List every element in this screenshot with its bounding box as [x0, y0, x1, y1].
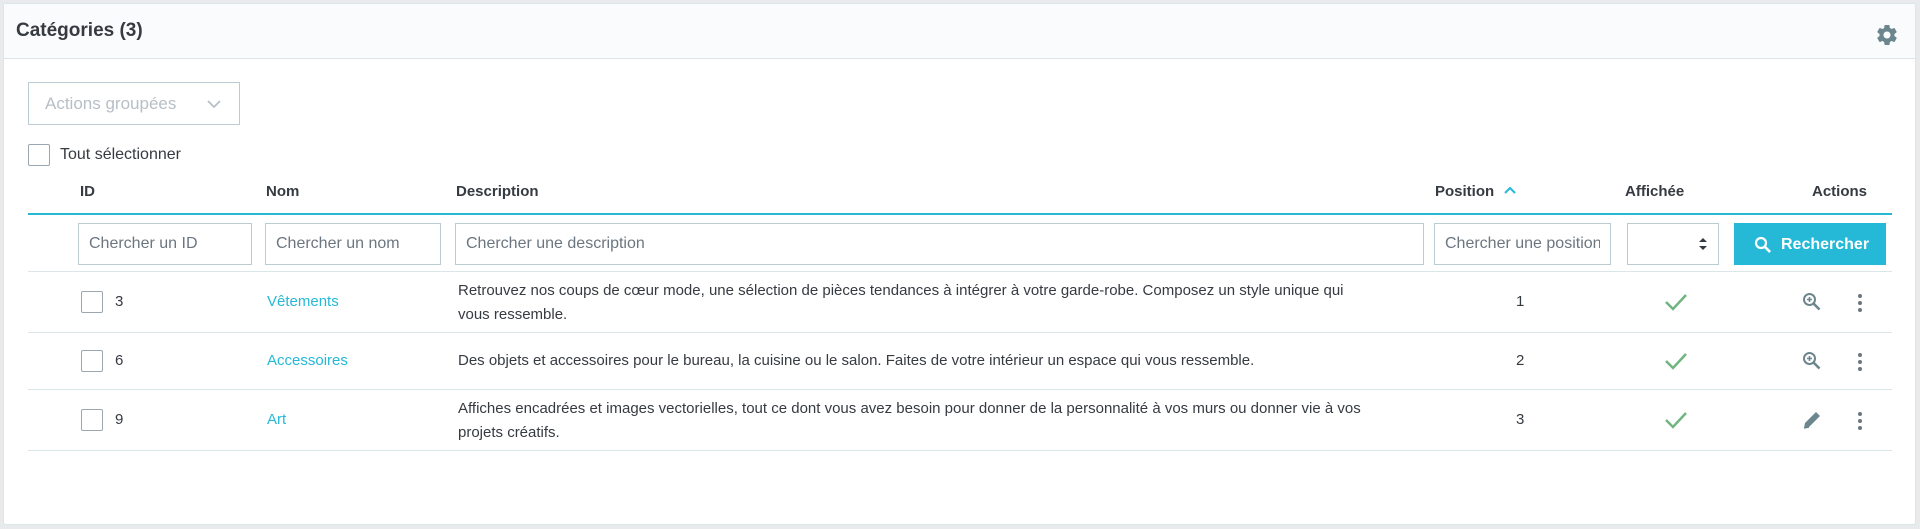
check-icon[interactable] — [1664, 292, 1688, 312]
row-description-line1: Affiches encadrées et images vectorielle… — [458, 400, 1361, 417]
column-header-position[interactable]: Position — [1435, 183, 1517, 200]
more-actions-icon[interactable] — [1857, 412, 1863, 434]
filter-position-input[interactable] — [1434, 223, 1611, 265]
row-position: 1 — [1516, 293, 1525, 310]
gear-icon[interactable] — [1875, 23, 1899, 47]
row-description-line1: Des objets et accessoires pour le bureau… — [458, 352, 1255, 369]
zoom-in-icon[interactable] — [1801, 291, 1823, 313]
filter-description-input[interactable] — [455, 223, 1424, 265]
row-checkbox[interactable] — [81, 409, 103, 431]
card-header: Catégories (3) — [4, 4, 1915, 59]
zoom-in-icon[interactable] — [1801, 350, 1823, 372]
row-name-link[interactable]: Accessoires — [267, 352, 348, 369]
bulk-actions-label: Actions groupées — [45, 94, 177, 113]
table-row: 3 Vêtements Retrouvez nos coups de cœur … — [28, 272, 1892, 332]
column-header-displayed[interactable]: Affichée — [1625, 183, 1684, 200]
select-all-label: Tout sélectionner — [60, 146, 181, 163]
search-icon — [1754, 236, 1772, 254]
row-position: 2 — [1516, 352, 1525, 369]
chevron-down-icon — [207, 100, 221, 109]
row-checkbox[interactable] — [81, 291, 103, 313]
column-header-position-label: Position — [1435, 183, 1495, 200]
select-all-checkbox[interactable] — [28, 144, 50, 166]
pencil-icon[interactable] — [1801, 409, 1823, 431]
row-description: Affiches encadrées et images vectorielle… — [458, 397, 1418, 445]
table-row: 9 Art Affiches encadrées et images vecto… — [28, 390, 1892, 450]
select-arrows-icon — [1699, 238, 1707, 250]
column-header-actions: Actions — [1812, 183, 1868, 200]
row-name-link[interactable]: Vêtements — [267, 293, 339, 310]
filter-displayed-select[interactable] — [1627, 223, 1719, 265]
column-header-description[interactable]: Description — [456, 183, 539, 200]
row-description-line1: Retrouvez nos coups de cœur mode, une sé… — [458, 282, 1344, 299]
row-description-line2: vous ressemble. — [458, 306, 568, 323]
filter-id-input[interactable] — [78, 223, 252, 265]
check-icon[interactable] — [1664, 410, 1688, 430]
row-position: 3 — [1516, 411, 1525, 428]
row-description: Des objets et accessoires pour le bureau… — [458, 349, 1418, 373]
row-id: 6 — [115, 352, 124, 369]
row-description-line2: projets créatifs. — [458, 424, 560, 441]
row-checkbox[interactable] — [81, 350, 103, 372]
search-button-label: Rechercher — [1781, 236, 1870, 253]
more-actions-icon[interactable] — [1857, 353, 1863, 375]
filter-name-input[interactable] — [265, 223, 441, 265]
categories-card: Catégories (3) Actions groupées Tout sél… — [3, 3, 1916, 525]
more-actions-icon[interactable] — [1857, 294, 1863, 316]
page-title: Catégories (3) — [16, 20, 143, 41]
row-divider — [28, 450, 1892, 451]
bulk-actions-dropdown[interactable]: Actions groupées — [28, 82, 240, 125]
column-header-name[interactable]: Nom — [266, 183, 299, 200]
header-underline — [28, 213, 1892, 215]
search-button[interactable]: Rechercher — [1734, 223, 1886, 265]
row-id: 3 — [115, 293, 124, 310]
sort-ascending-icon[interactable] — [1504, 186, 1517, 194]
row-id: 9 — [115, 411, 124, 428]
select-all[interactable]: Tout sélectionner — [28, 144, 181, 168]
row-name-link[interactable]: Art — [267, 411, 286, 428]
column-header-id[interactable]: ID — [80, 183, 95, 200]
row-description: Retrouvez nos coups de cœur mode, une sé… — [458, 279, 1418, 327]
check-icon[interactable] — [1664, 351, 1688, 371]
table-row: 6 Accessoires Des objets et accessoires … — [28, 333, 1892, 389]
